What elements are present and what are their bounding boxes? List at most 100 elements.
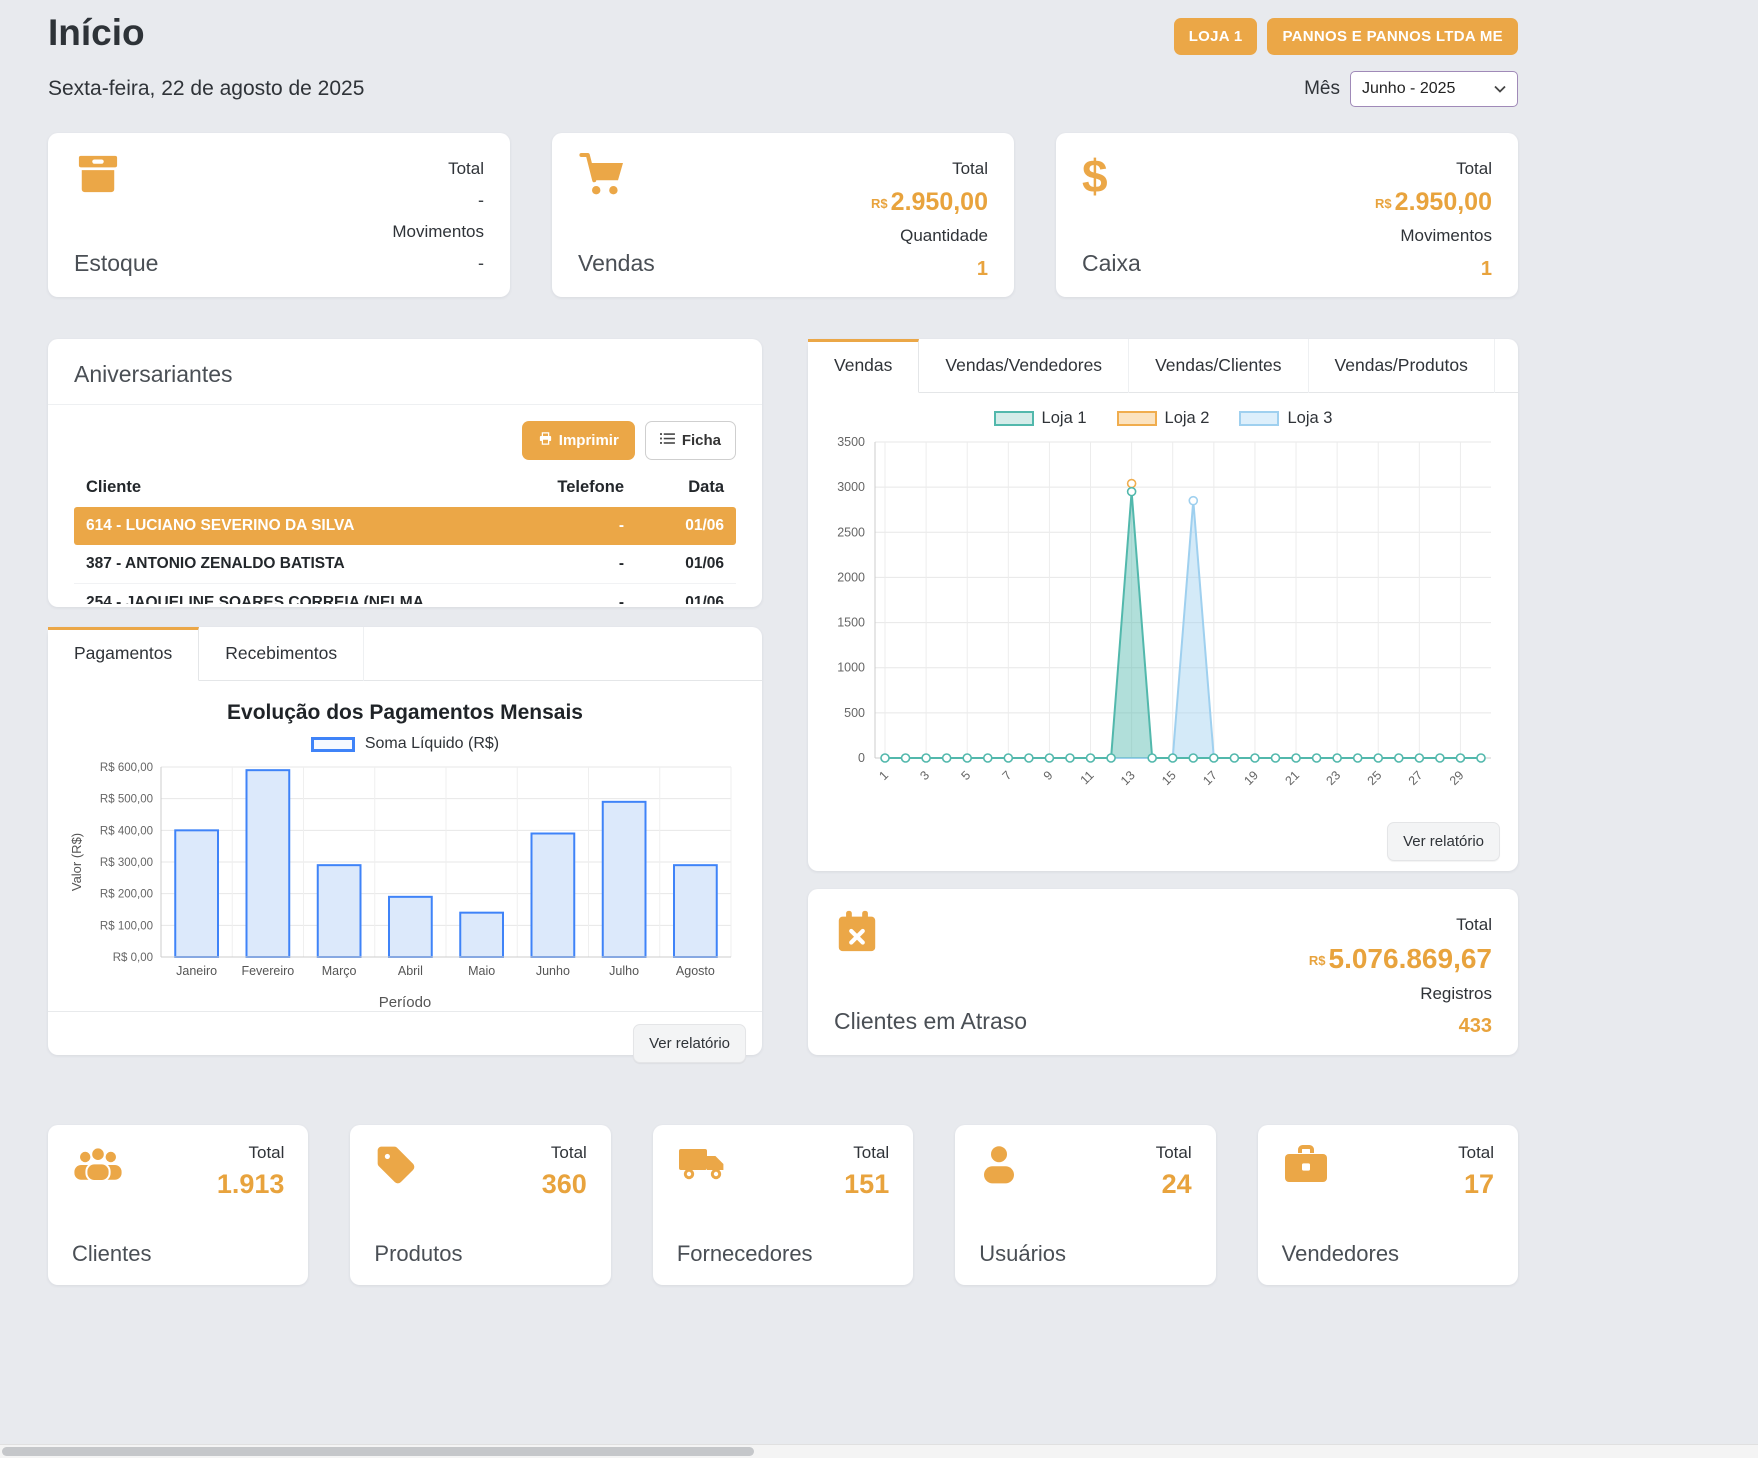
svg-text:1: 1 [876,768,891,783]
legend-swatch-loja3 [1239,411,1279,426]
truck-icon [677,1143,813,1188]
svg-text:Janeiro: Janeiro [176,964,217,978]
tab-vendas-clientes[interactable]: Vendas/Clientes [1129,339,1308,393]
tab-vendas-produtos[interactable]: Vendas/Produtos [1309,339,1495,393]
atraso-registros-label: Registros [1309,978,1492,1010]
tab-vendas[interactable]: Vendas [808,339,919,393]
legend-item-loja3[interactable]: Loja 3 [1239,409,1332,428]
cell-data: 01/06 [624,594,724,604]
estoque-card: Estoque Total - Movimentos - [48,133,510,297]
currency-prefix: R$ [1309,953,1326,968]
svg-text:R$ 100,00: R$ 100,00 [100,920,153,932]
header-badges: LOJA 1 PANNOS E PANNOS LTDA ME [1174,18,1518,55]
card-label: Produtos [374,1241,462,1267]
stat-row-label: Total [871,153,988,185]
svg-text:13: 13 [1118,768,1138,788]
fornecedores-card: Fornecedores Total 151 [653,1125,913,1285]
svg-text:Maio: Maio [468,964,495,978]
x-axis-label: Período [58,994,752,1011]
line-chart-legend: Loja 1 Loja 2 Loja 3 [808,409,1518,428]
svg-text:23: 23 [1324,768,1344,788]
table-row[interactable]: 387 - ANTONIO ZENALDO BATISTA - 01/06 [74,545,736,584]
pagamentos-card: Pagamentos Recebimentos Evolução dos Pag… [48,627,762,1055]
print-button[interactable]: Imprimir [522,421,635,460]
svg-text:R$ 500,00: R$ 500,00 [100,794,153,806]
briefcase-icon [1282,1143,1399,1190]
stat-row-value: R$2.950,00 [871,185,988,220]
svg-text:Valor (R$): Valor (R$) [69,833,84,891]
svg-text:11: 11 [1078,768,1097,787]
ficha-button[interactable]: Ficha [645,421,736,460]
cell-telefone: - [514,594,624,604]
current-date: Sexta-feira, 22 de agosto de 2025 [48,77,364,101]
svg-text:19: 19 [1241,768,1261,788]
card-total-value: 17 [1458,1169,1494,1200]
currency-prefix: R$ [1375,196,1392,211]
legend-item-loja1[interactable]: Loja 1 [994,409,1087,428]
print-button-label: Imprimir [559,432,619,449]
svg-text:3500: 3500 [837,435,865,449]
table-row[interactable]: 254 - JAQUELINE SOARES CORREIA (NELMA - … [74,584,736,604]
stats-row: Estoque Total - Movimentos - [48,133,1518,297]
dashboard-page: Início LOJA 1 PANNOS E PANNOS LTDA ME Se… [0,0,1758,1285]
svg-text:7: 7 [1000,768,1015,783]
svg-text:R$ 300,00: R$ 300,00 [100,857,153,869]
table-row[interactable]: 614 - LUCIANO SEVERINO DA SILVA - 01/06 [74,507,736,545]
cell-data: 01/06 [624,517,724,535]
svg-text:Junho: Junho [536,964,570,978]
month-label: Mês [1304,78,1340,100]
legend-swatch-loja2 [1117,411,1157,426]
table-header: Cliente Telefone Data [74,472,736,507]
svg-text:Março: Março [322,964,357,978]
card-total-label: Total [844,1143,889,1163]
card-label: Vendedores [1282,1241,1399,1267]
svg-text:29: 29 [1447,768,1467,788]
svg-text:15: 15 [1159,768,1179,788]
store-badge[interactable]: LOJA 1 [1174,18,1258,55]
bar-legend-item[interactable]: Soma Líquido (R$) [58,735,752,753]
svg-text:Fevereiro: Fevereiro [241,964,294,978]
tab-vendas-vendedores[interactable]: Vendas/Vendedores [919,339,1129,393]
stat-row-value: - [392,248,484,279]
pagamentos-tabs: Pagamentos Recebimentos [48,627,762,681]
company-badge[interactable]: PANNOS E PANNOS LTDA ME [1267,18,1518,55]
birthdays-table: Cliente Telefone Data 614 - LUCIANO SEVE… [74,472,736,604]
table-body: 614 - LUCIANO SEVERINO DA SILVA - 01/06 … [74,507,736,604]
card-label: Fornecedores [677,1241,813,1267]
tab-recebimentos[interactable]: Recebimentos [199,627,364,681]
scrollbar-thumb[interactable] [2,1447,754,1456]
amount: 2.950,00 [1395,188,1492,216]
stat-label-vendas: Vendas [578,250,655,277]
legend-item-loja2[interactable]: Loja 2 [1117,409,1210,428]
card-total-value: 1.913 [217,1169,285,1200]
svg-text:Agosto: Agosto [676,964,715,978]
card-total-value: 151 [844,1169,889,1200]
page-title: Início [48,12,145,54]
vendas-chart-card: Vendas Vendas/Vendedores Vendas/Clientes… [808,339,1518,871]
stat-row-value: - [392,185,484,216]
svg-text:25: 25 [1365,768,1385,788]
svg-text:500: 500 [844,706,865,720]
legend-swatch-loja1 [994,411,1034,426]
sales-report-button[interactable]: Ver relatório [1387,822,1500,861]
dollar-icon: $ [1082,153,1141,199]
legend-label: Loja 2 [1165,409,1210,428]
svg-text:0: 0 [858,751,865,765]
svg-text:2500: 2500 [837,525,865,539]
payments-report-button[interactable]: Ver relatório [633,1024,746,1063]
month-select[interactable]: Junho - 2025 [1350,71,1518,107]
svg-text:R$ 0,00: R$ 0,00 [113,952,153,964]
horizontal-scrollbar[interactable] [0,1444,1758,1458]
list-icon [660,432,675,449]
svg-text:27: 27 [1406,768,1426,788]
archive-box-icon [74,153,158,200]
card-total-value: 360 [542,1169,587,1200]
clientes-card: Clientes Total 1.913 [48,1125,308,1285]
card-total-label: Total [217,1143,285,1163]
currency-prefix: R$ [871,196,888,211]
svg-text:Julho: Julho [609,964,639,978]
aniversariantes-title: Aniversariantes [48,339,762,405]
svg-text:3000: 3000 [837,480,865,494]
month-picker: Mês Junho - 2025 [1304,71,1518,107]
tab-pagamentos[interactable]: Pagamentos [48,627,199,681]
